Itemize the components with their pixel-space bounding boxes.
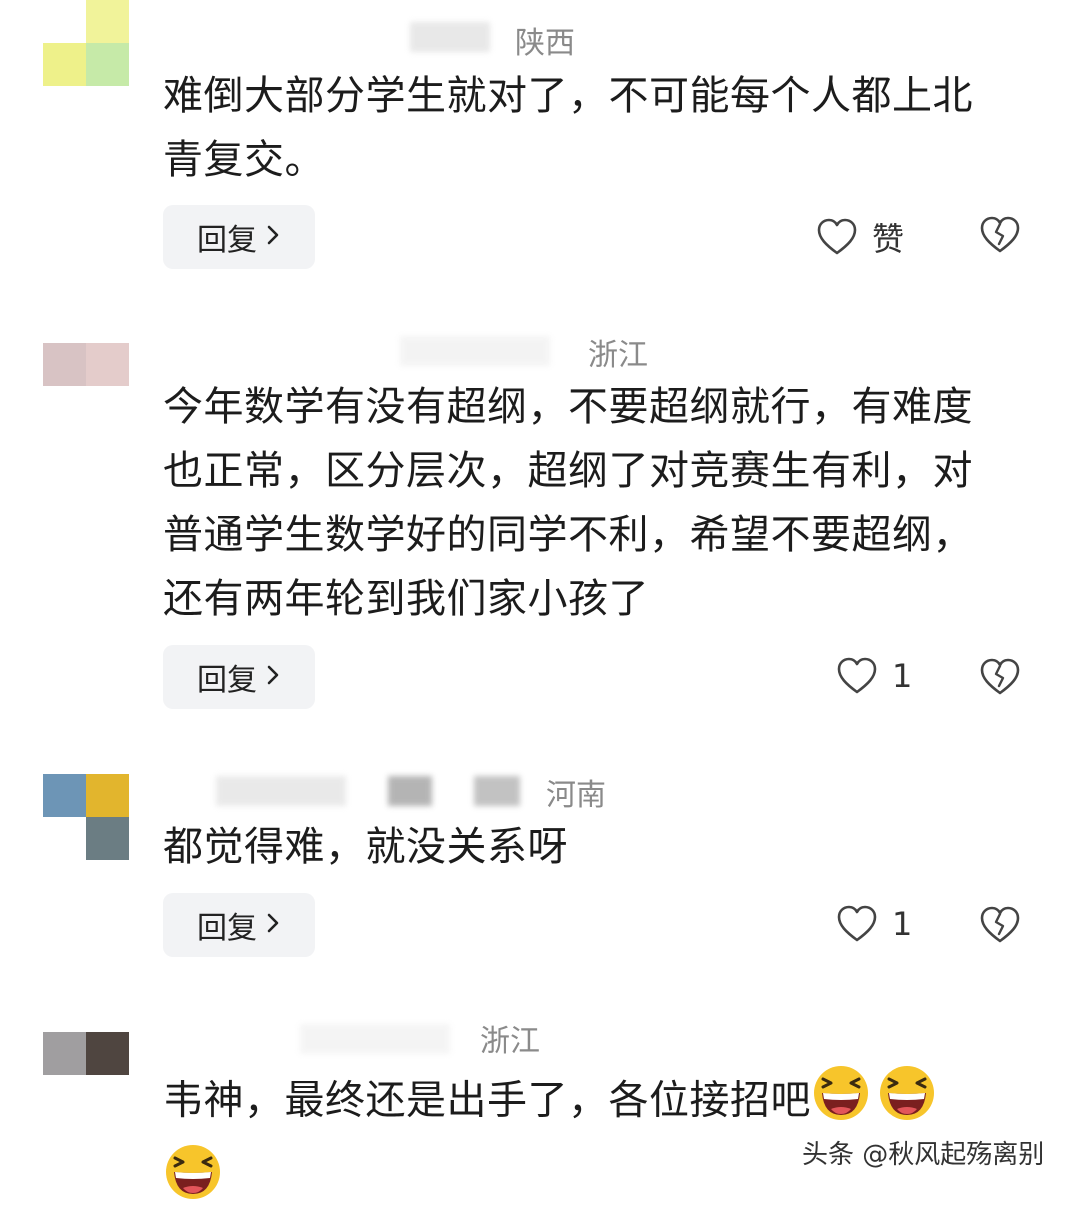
reply-label: 回复: [197, 223, 257, 258]
heart-icon: [816, 217, 858, 257]
comment-text-body: 韦神，最终还是出手了，各位接招吧: [163, 1077, 811, 1124]
avatar[interactable]: [43, 1032, 129, 1118]
reply-label: 回复: [197, 911, 257, 946]
avatar[interactable]: [43, 774, 129, 860]
heart-icon: [836, 656, 878, 696]
username-blurred[interactable]: [300, 1024, 450, 1054]
username-blurred[interactable]: [474, 776, 520, 806]
reply-label: 回复: [197, 663, 257, 698]
comment-text: 难倒大部分学生就对了，不可能每个人都上北青复交。: [163, 73, 973, 183]
reply-button[interactable]: 回复: [163, 893, 315, 957]
broken-heart-icon: [978, 656, 1022, 698]
comment-text: 都觉得难，就没关系呀: [163, 824, 568, 870]
like-button[interactable]: 1: [836, 904, 912, 944]
location-label: 河南: [546, 778, 606, 813]
location-label: 陕西: [515, 26, 575, 61]
username-blurred[interactable]: [216, 776, 346, 806]
heart-icon: [836, 904, 878, 944]
chevron-right-icon: [265, 220, 281, 255]
watermark: 头条 @秋风起殇离别: [802, 1140, 1045, 1170]
comment-text: 今年数学有没有超纲，不要超纲就行，有难度也正常，区分层次，超纲了对竞赛生有利，对…: [163, 384, 973, 622]
reply-button[interactable]: 回复: [163, 645, 315, 709]
chevron-right-icon: [265, 908, 281, 943]
like-button[interactable]: 1: [836, 656, 912, 696]
avatar[interactable]: [43, 0, 129, 86]
reply-button[interactable]: 回复: [163, 205, 315, 269]
dislike-button[interactable]: [978, 656, 1022, 698]
like-count: 1: [892, 657, 913, 695]
avatar[interactable]: [43, 343, 129, 429]
dislike-button[interactable]: [978, 214, 1022, 256]
like-button[interactable]: 赞: [816, 214, 904, 260]
like-count: 1: [892, 905, 913, 943]
location-label: 浙江: [588, 338, 648, 373]
broken-heart-icon: [978, 904, 1022, 946]
username-blurred[interactable]: [400, 336, 550, 366]
laughing-emoji-icon: [811, 1063, 871, 1142]
laughing-emoji-icon: [163, 1142, 223, 1221]
laughing-emoji-icon: [877, 1063, 937, 1142]
username-blurred[interactable]: [410, 22, 490, 52]
location-label: 浙江: [480, 1024, 540, 1059]
chevron-right-icon: [265, 660, 281, 695]
username-blurred[interactable]: [388, 776, 432, 806]
like-count: 赞: [872, 220, 905, 258]
dislike-button[interactable]: [978, 904, 1022, 946]
broken-heart-icon: [978, 214, 1022, 256]
